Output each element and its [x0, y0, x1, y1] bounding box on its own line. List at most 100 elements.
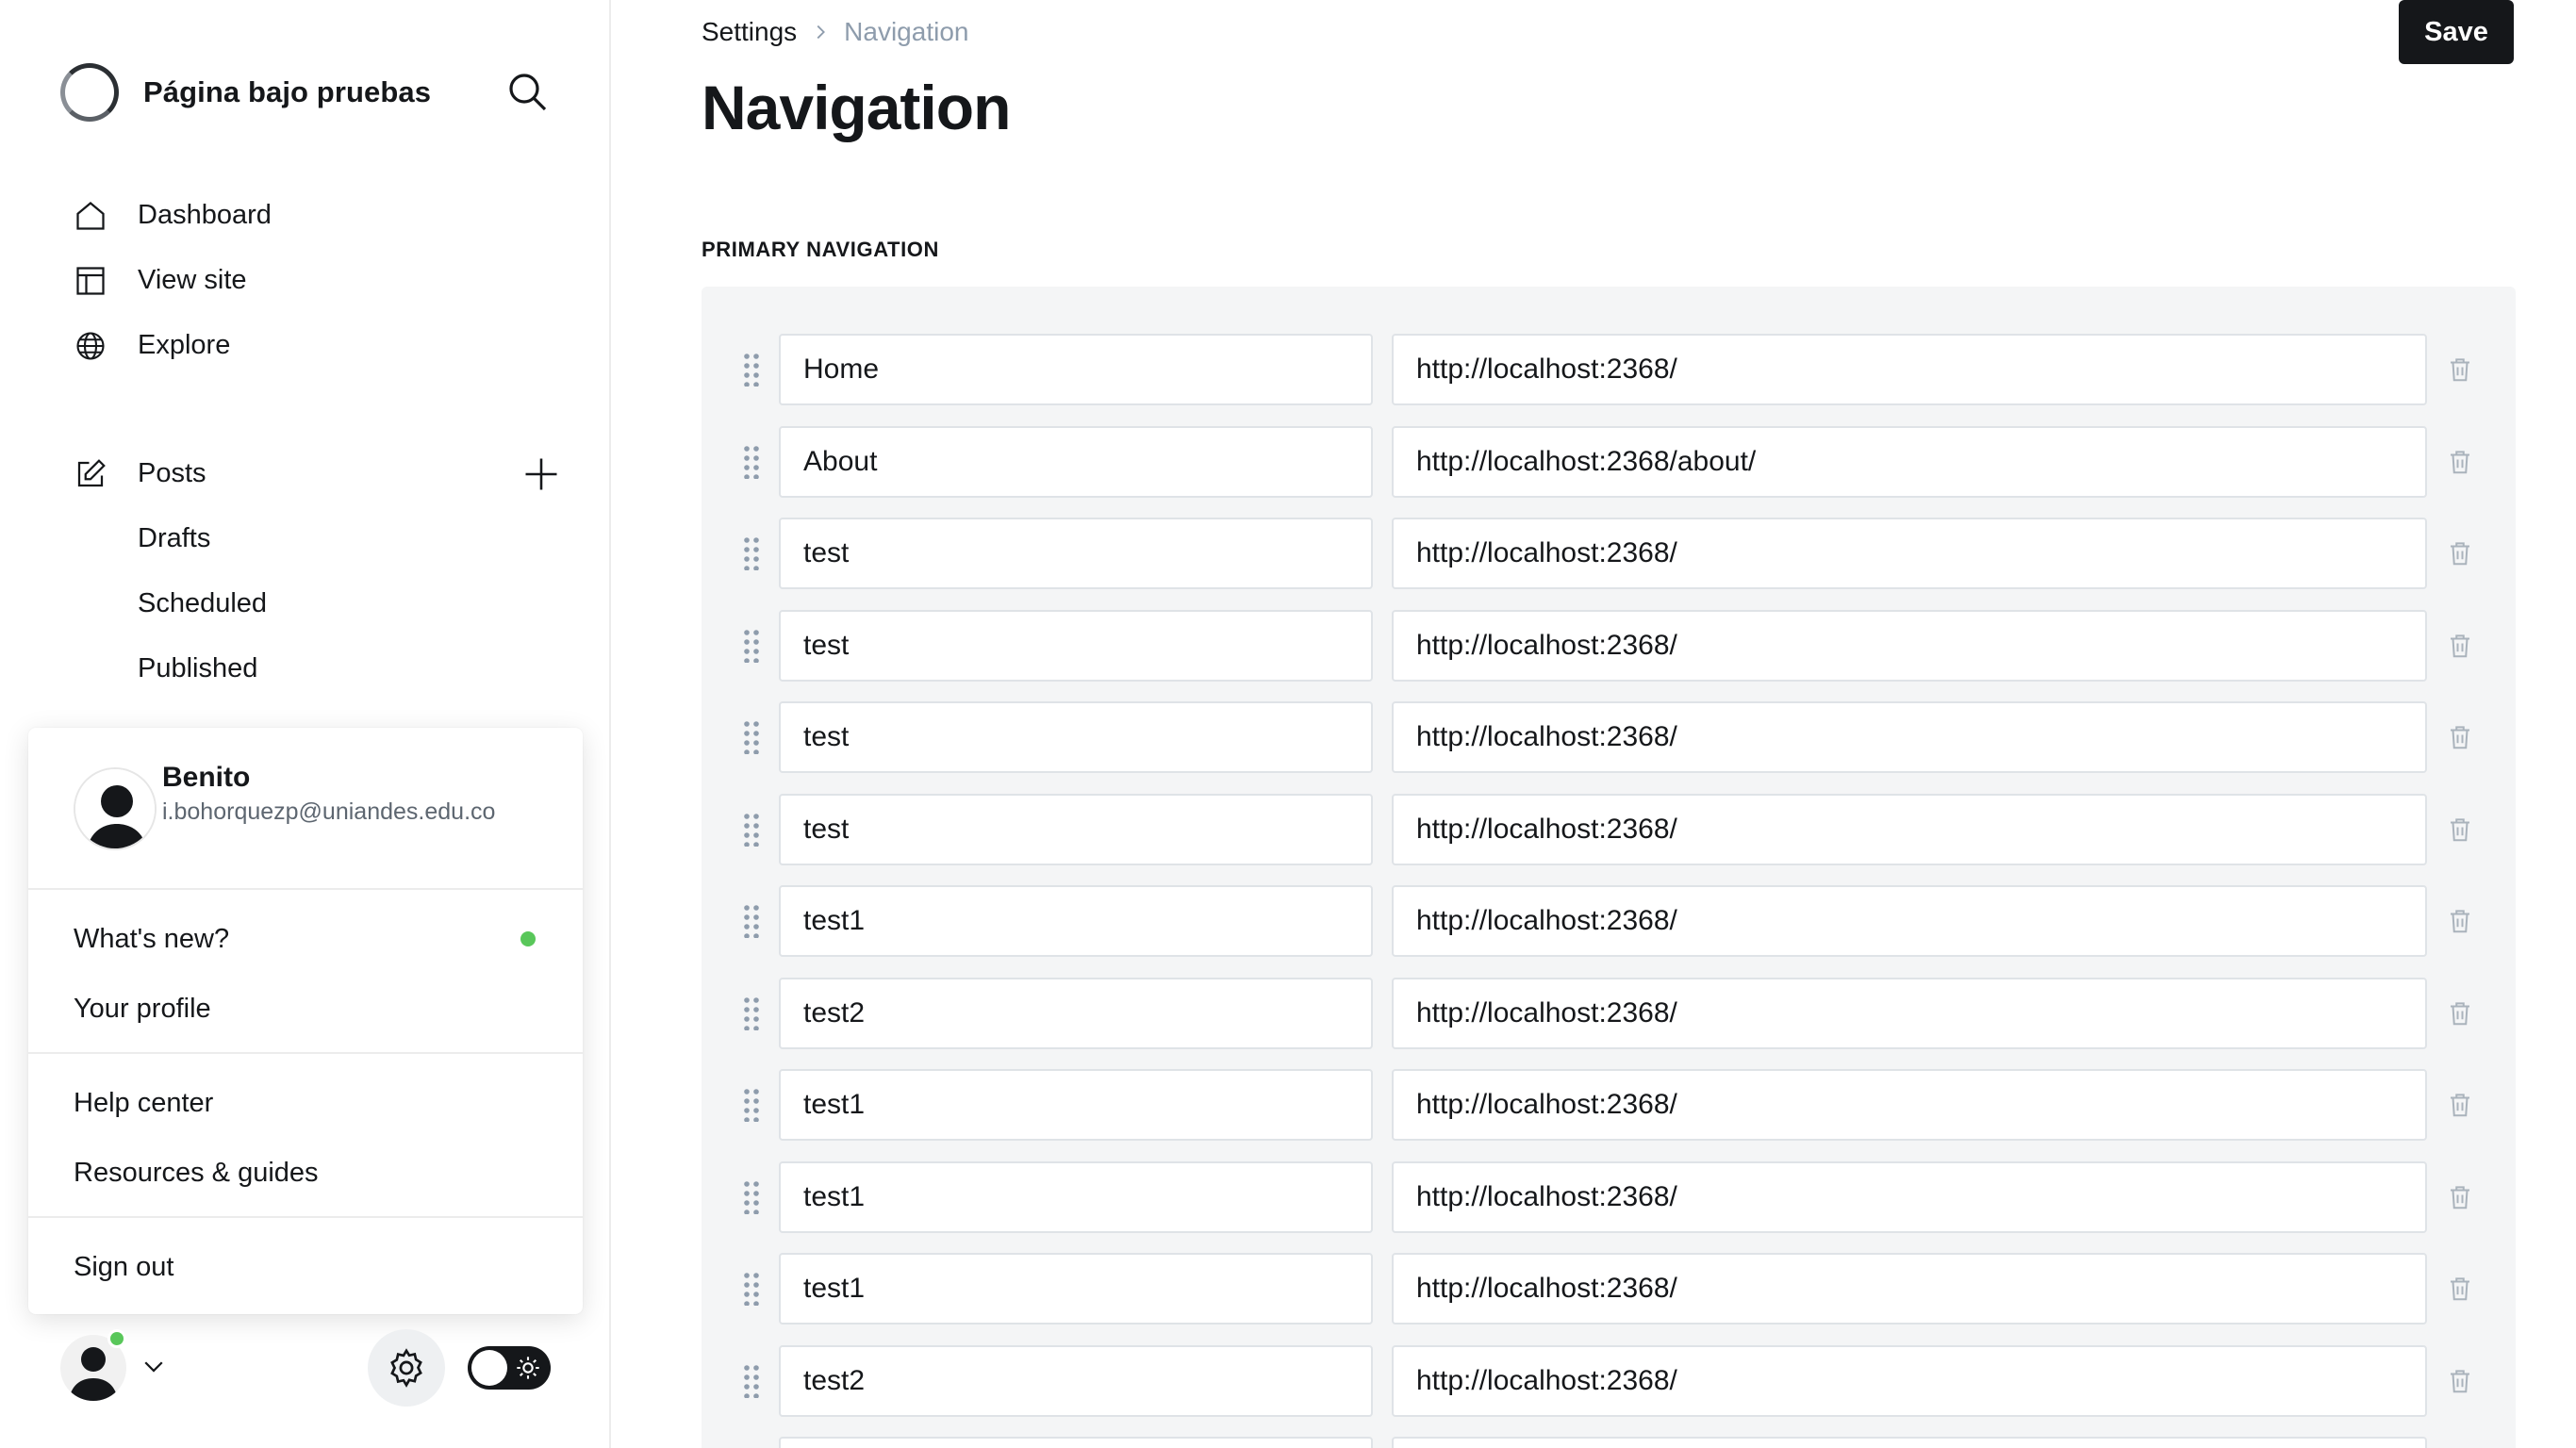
sidebar-item-explore[interactable]: Explore: [72, 313, 581, 378]
section-label: PRIMARY NAVIGATION: [702, 238, 939, 261]
user-name: Benito: [162, 762, 251, 793]
drag-handle-icon[interactable]: [743, 629, 760, 663]
trash-icon[interactable]: [2446, 1090, 2474, 1120]
nav-url-input[interactable]: http://localhost:2368/: [1392, 701, 2427, 773]
nav-url-input[interactable]: http://localhost:2368/: [1392, 609, 2427, 682]
nav-url-input[interactable]: http://localhost:2368/: [1392, 793, 2427, 865]
layout-icon: [72, 262, 109, 300]
sidebar-item-dashboard[interactable]: Dashboard: [72, 183, 581, 248]
nav-label-input[interactable]: test1: [779, 1160, 1373, 1233]
nav-label-input[interactable]: test: [779, 609, 1373, 682]
nav-url-input[interactable]: http://localhost:2368/: [1392, 518, 2427, 589]
navigation-row: test1 http://localhost:2368/: [702, 1160, 2516, 1233]
sidebar-item-label: Dashboard: [138, 200, 272, 230]
sidebar-item-scheduled[interactable]: Scheduled: [72, 571, 581, 636]
nav-label-input[interactable]: test: [779, 793, 1373, 865]
sidebar-item-drafts[interactable]: Drafts: [72, 506, 581, 571]
nav-label-input[interactable]: test1: [779, 1437, 1373, 1448]
nav-label-input[interactable]: test1: [779, 885, 1373, 957]
drag-handle-icon[interactable]: [743, 536, 760, 570]
user-menu: Benito i.bohorquezp@uniandes.edu.co What…: [28, 728, 583, 1314]
theme-toggle[interactable]: [468, 1346, 551, 1390]
site-title: Página bajo pruebas: [143, 75, 432, 108]
nav-label-input[interactable]: test2: [779, 977, 1373, 1049]
navigation-row: test1 http://localhost:2368/: [702, 885, 2516, 957]
nav-url-input[interactable]: http://localhost:2368/: [1392, 1069, 2427, 1141]
drag-handle-icon[interactable]: [743, 904, 760, 938]
drag-handle-icon[interactable]: [743, 1088, 760, 1122]
sidebar-item-label: Posts: [138, 458, 206, 488]
drag-handle-icon[interactable]: [743, 1180, 760, 1214]
resources-guides-item[interactable]: Resources & guides: [74, 1158, 319, 1189]
drag-handle-icon[interactable]: [743, 445, 760, 479]
chevron-down-icon[interactable]: [140, 1352, 168, 1380]
drag-handle-icon[interactable]: [743, 353, 760, 387]
nav-url-input[interactable]: http://localhost:2368/: [1392, 1344, 2427, 1417]
navigation-row: test2 http://localhost:2368/: [702, 977, 2516, 1049]
whats-new-item[interactable]: What's new?: [74, 924, 229, 955]
primary-navigation-list: Home http://localhost:2368/About http://lo…: [702, 287, 2516, 1448]
sign-out-item[interactable]: Sign out: [74, 1252, 173, 1283]
trash-icon[interactable]: [2446, 354, 2474, 385]
drag-handle-icon[interactable]: [743, 1272, 760, 1306]
sidebar-item-published[interactable]: Published: [72, 636, 581, 701]
trash-icon[interactable]: [2446, 447, 2474, 477]
nav-url-input[interactable]: http://localhost:2368/: [1392, 334, 2427, 405]
trash-icon[interactable]: [2446, 998, 2474, 1028]
nav-url-input[interactable]: http://localhost:2368/: [1392, 885, 2427, 957]
search-icon[interactable]: [505, 70, 551, 115]
navigation-row: test http://localhost:2368/: [702, 793, 2516, 865]
trash-icon[interactable]: [2446, 1274, 2474, 1304]
main-nav: Dashboard View site Explore: [72, 183, 581, 378]
new-indicator-dot: [520, 931, 536, 946]
navigation-row: About http://localhost:2368/about/: [702, 425, 2516, 498]
sidebar-item-label: Explore: [138, 330, 231, 360]
trash-icon[interactable]: [2446, 722, 2474, 752]
nav-label-input[interactable]: test1: [779, 1069, 1373, 1141]
nav-label-input[interactable]: About: [779, 425, 1373, 498]
trash-icon[interactable]: [2446, 1366, 2474, 1396]
trash-icon[interactable]: [2446, 538, 2474, 568]
save-button[interactable]: Save: [2399, 0, 2514, 64]
sidebar-item-label: Drafts: [138, 523, 211, 553]
navigation-row: test1 http://localhost:2368/: [702, 1253, 2516, 1325]
drag-handle-icon[interactable]: [743, 813, 760, 847]
nav-url-input[interactable]: http://localhost:2368/about/: [1392, 425, 2427, 498]
nav-label-input[interactable]: test: [779, 518, 1373, 589]
trash-icon[interactable]: [2446, 1182, 2474, 1212]
nav-url-input[interactable]: http://localhost:2368/: [1392, 977, 2427, 1049]
gear-icon: [390, 1348, 422, 1388]
nav-label-input[interactable]: test1: [779, 1253, 1373, 1325]
globe-icon: [72, 327, 109, 365]
divider: [28, 1216, 583, 1218]
brand[interactable]: Página bajo pruebas: [60, 62, 431, 123]
trash-icon[interactable]: [2446, 814, 2474, 845]
navigation-row: test1 http://localhost:2368/: [702, 1069, 2516, 1141]
trash-icon[interactable]: [2446, 906, 2474, 936]
trash-icon[interactable]: [2446, 631, 2474, 661]
sidebar-item-posts[interactable]: Posts: [72, 441, 581, 506]
drag-handle-icon[interactable]: [743, 996, 760, 1030]
drag-handle-icon[interactable]: [743, 720, 760, 754]
nav-label-input[interactable]: test2: [779, 1344, 1373, 1417]
sidebar-item-view-site[interactable]: View site: [72, 248, 581, 313]
add-post-icon[interactable]: [520, 453, 562, 495]
divider: [28, 888, 583, 890]
settings-button[interactable]: [368, 1329, 445, 1407]
nav-url-input[interactable]: http://localhost:2368/: [1392, 1253, 2427, 1325]
navigation-row: Home http://localhost:2368/: [702, 334, 2516, 405]
sidebar-item-label: Scheduled: [138, 588, 268, 618]
toggle-knob: [471, 1350, 507, 1386]
nav-label-input[interactable]: test: [779, 701, 1373, 773]
help-center-item[interactable]: Help center: [74, 1088, 213, 1119]
sidebar-item-label: View site: [138, 265, 247, 295]
navigation-row: test http://localhost:2368/: [702, 701, 2516, 773]
home-icon: [72, 197, 109, 235]
your-profile-item[interactable]: Your profile: [74, 994, 211, 1025]
nav-label-input[interactable]: Home: [779, 334, 1373, 405]
user-email: i.bohorquezp@uniandes.edu.co: [162, 798, 496, 825]
nav-url-input[interactable]: http://localhost:2368/: [1392, 1160, 2427, 1233]
nav-url-input[interactable]: http://localhost:2368/: [1392, 1437, 2427, 1448]
breadcrumb-settings[interactable]: Settings: [702, 17, 797, 47]
drag-handle-icon[interactable]: [743, 1364, 760, 1398]
